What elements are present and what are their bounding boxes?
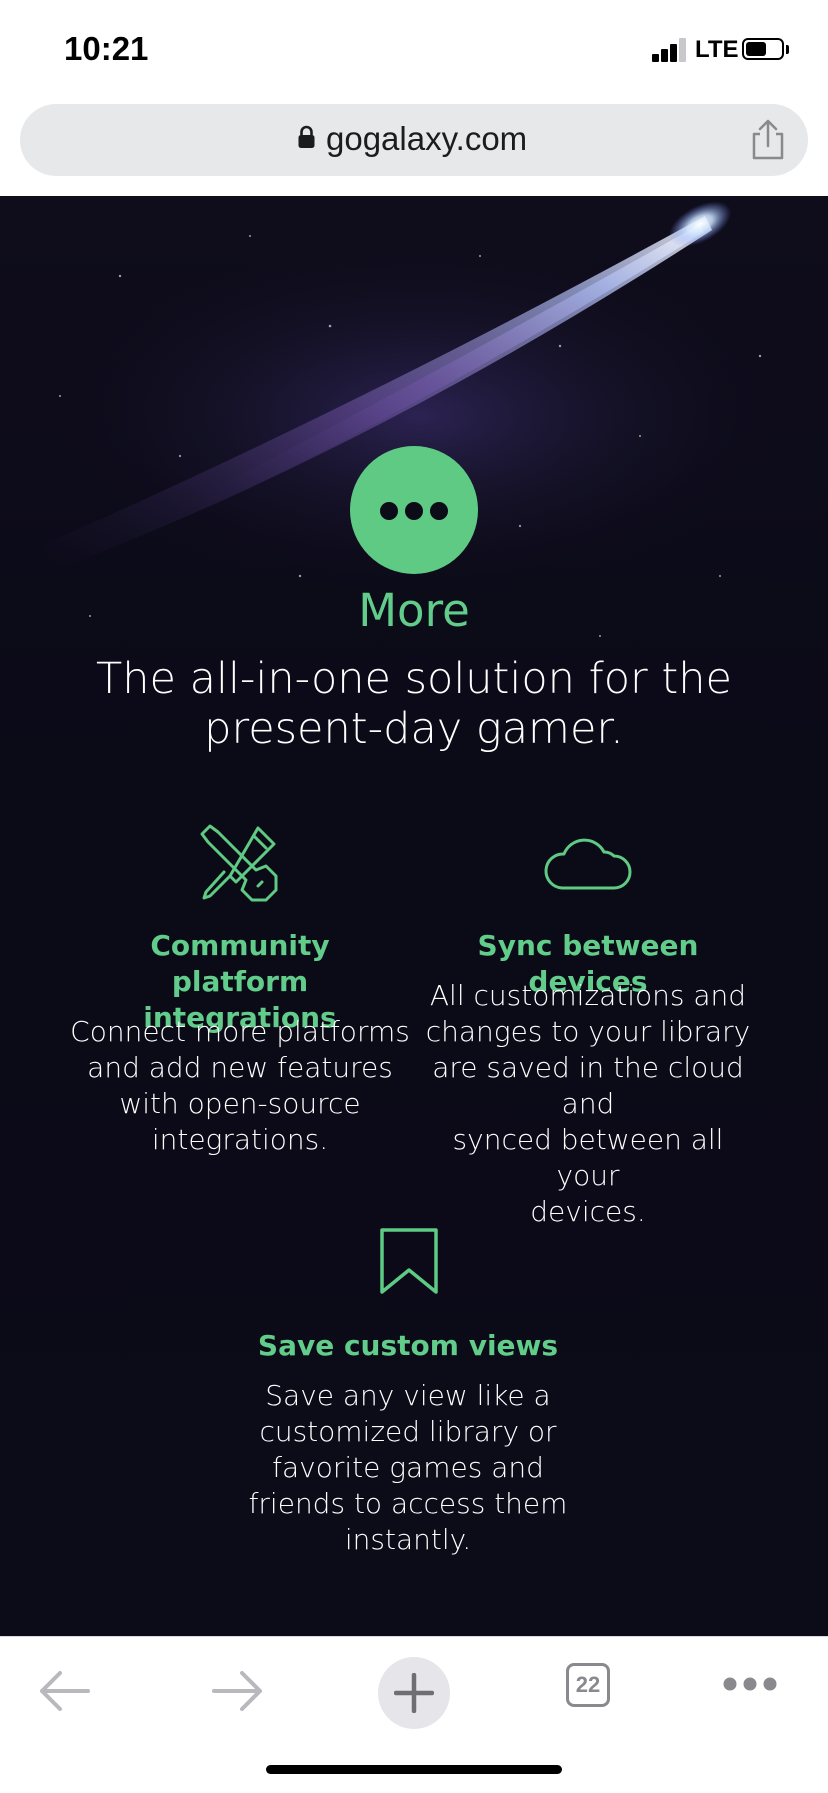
feature-desc-line: with open-source xyxy=(119,1087,361,1120)
subtitle-line: The all-in-one solution for the xyxy=(96,654,732,704)
share-icon[interactable] xyxy=(748,118,788,162)
address-bar[interactable]: gogalaxy.com xyxy=(20,104,808,176)
feature-title: Save custom views xyxy=(228,1328,588,1364)
status-bar: 10:21 LTE xyxy=(0,0,828,98)
lock-icon xyxy=(298,125,315,148)
feature-title-line: Community platform xyxy=(150,929,330,998)
feature-desc-line: Connect more platforms xyxy=(70,1015,410,1048)
signal-icon xyxy=(652,38,688,62)
tools-icon xyxy=(200,824,278,902)
status-time: 10:21 xyxy=(64,30,149,67)
feature-title-line: Save custom views xyxy=(257,1329,559,1362)
more-badge-icon xyxy=(350,446,478,574)
feature-desc-line: changes to your library xyxy=(425,1015,751,1048)
feature-desc-line: synced between all your xyxy=(452,1123,724,1192)
feature-description: Save any view like a customized library … xyxy=(238,1378,578,1558)
feature-desc-line: All customizations and xyxy=(429,979,747,1012)
bookmark-icon xyxy=(380,1228,438,1294)
battery-icon xyxy=(742,38,784,60)
url-text[interactable]: gogalaxy.com xyxy=(326,120,527,158)
feature-desc-line: integrations. xyxy=(151,1123,329,1156)
cloud-icon xyxy=(544,838,632,890)
feature-desc-line: Save any view like a xyxy=(265,1379,551,1412)
home-indicator[interactable] xyxy=(266,1765,562,1774)
feature-desc-line: are saved in the cloud and xyxy=(432,1051,744,1120)
feature-desc-line: customized library or xyxy=(259,1415,557,1448)
subtitle-line: present-day gamer. xyxy=(204,704,624,754)
feature-description: Connect more platforms and add new featu… xyxy=(60,1014,420,1158)
section-subtitle: The all-in-one solution for the present-… xyxy=(90,654,738,754)
more-menu-icon[interactable] xyxy=(722,1675,778,1693)
forward-arrow-icon[interactable] xyxy=(210,1667,266,1715)
feature-desc-line: and add new features xyxy=(87,1051,393,1084)
page-content: More The all-in-one solution for the pre… xyxy=(0,196,828,1636)
feature-desc-line: devices. xyxy=(530,1195,646,1228)
feature-desc-line: friends to access them xyxy=(248,1487,568,1520)
tabs-icon[interactable]: 22 xyxy=(566,1663,610,1707)
section-title: More xyxy=(358,584,470,637)
feature-desc-line: favorite games and xyxy=(272,1451,544,1484)
battery-tip xyxy=(786,45,789,54)
new-tab-button[interactable] xyxy=(378,1657,450,1729)
feature-description: All customizations and changes to your l… xyxy=(418,978,758,1230)
network-type: LTE xyxy=(695,36,739,63)
back-arrow-icon[interactable] xyxy=(36,1667,92,1715)
plus-icon xyxy=(394,1673,434,1713)
feature-desc-line: instantly. xyxy=(344,1523,472,1556)
